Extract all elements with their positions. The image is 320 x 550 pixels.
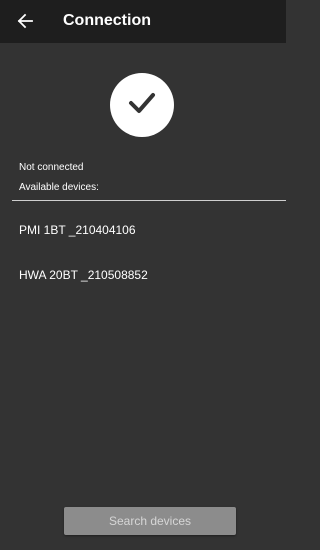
connection-status-badge [110,73,174,137]
page-title: Connection [63,12,151,29]
back-button[interactable] [14,10,36,32]
arrow-left-icon [17,13,33,29]
device-name: HWA 20BT _210508852 [19,268,148,282]
checkmark-icon [127,91,157,120]
device-item[interactable]: HWA 20BT _210508852 [0,246,286,291]
connection-screen: Connection Not connected Available devic… [0,0,286,550]
device-item[interactable]: PMI 1BT _210404106 [0,201,286,246]
search-devices-button[interactable]: Search devices [64,507,236,535]
device-list: PMI 1BT _210404106 HWA 20BT _210508852 [0,201,286,291]
app-bar: Connection [0,0,286,43]
connection-status-text: Not connected [19,162,84,173]
device-name: PMI 1BT _210404106 [19,223,136,237]
available-devices-label: Available devices: [19,182,99,193]
